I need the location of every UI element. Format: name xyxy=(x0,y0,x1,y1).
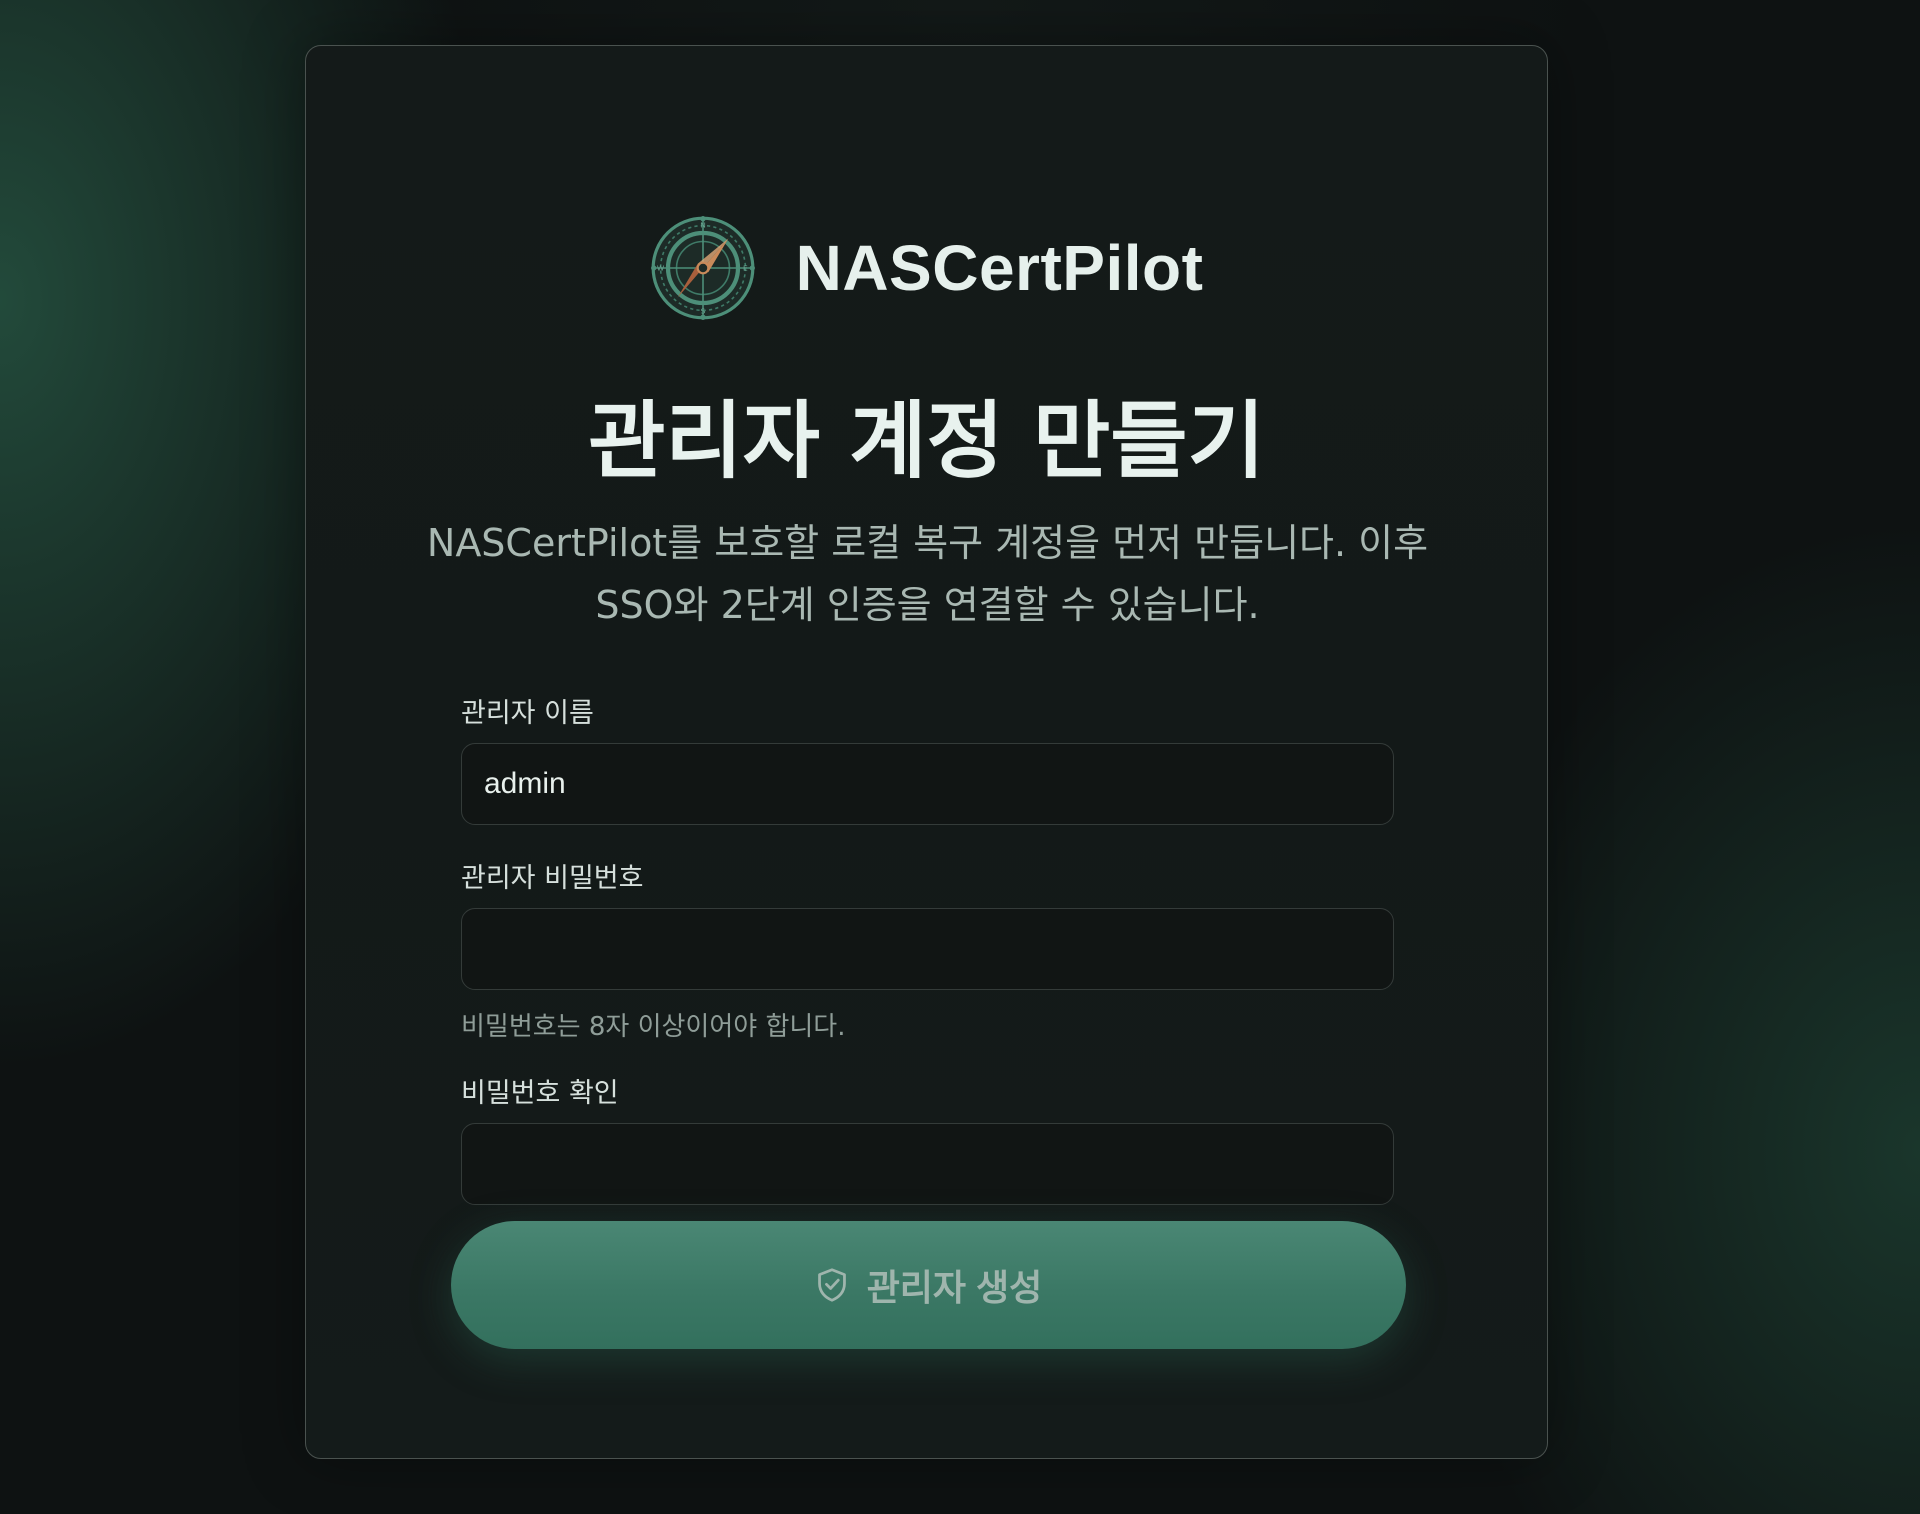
svg-text:W: W xyxy=(657,264,665,273)
username-input[interactable] xyxy=(461,743,1394,825)
shield-check-icon xyxy=(817,1268,846,1302)
password-confirm-input[interactable] xyxy=(461,1123,1394,1205)
compass-icon: N S W E xyxy=(650,216,755,320)
password-hint: 비밀번호는 8자 이상이어야 합니다. xyxy=(461,1012,846,1042)
password-input[interactable] xyxy=(461,908,1394,990)
create-admin-button[interactable]: 관리자 생성 xyxy=(451,1221,1406,1349)
setup-card: N S W E NASCertPilot 관리자 계정 만들기 NASCertP… xyxy=(305,45,1548,1459)
svg-text:E: E xyxy=(743,264,748,273)
username-label: 관리자 이름 xyxy=(461,698,594,729)
svg-text:N: N xyxy=(700,221,706,230)
app-name: NASCertPilot xyxy=(795,232,1204,304)
password-label: 관리자 비밀번호 xyxy=(461,863,644,894)
page-description: NASCertPilot를 보호할 로컬 복구 계정을 먼저 만듭니다. 이후 … xyxy=(426,521,1429,627)
brand-header: N S W E NASCertPilot xyxy=(306,214,1547,322)
svg-text:S: S xyxy=(700,307,705,316)
password-confirm-label: 비밀번호 확인 xyxy=(461,1078,619,1109)
create-admin-button-label: 관리자 생성 xyxy=(866,1267,1043,1308)
page-title: 관리자 계정 만들기 xyxy=(588,392,1265,490)
